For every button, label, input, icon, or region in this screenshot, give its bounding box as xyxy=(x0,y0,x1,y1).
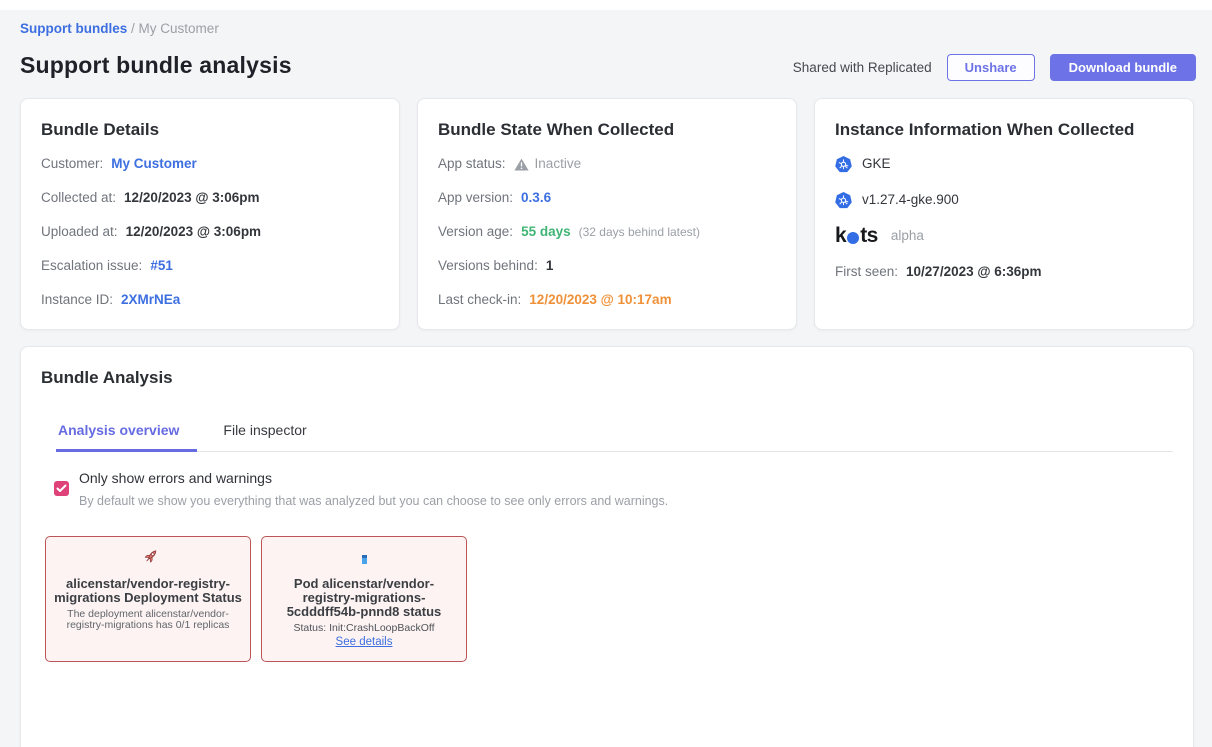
last-checkin-label: Last check-in: xyxy=(438,290,521,310)
shared-status-text: Shared with Replicated xyxy=(793,60,932,75)
distribution-value: GKE xyxy=(862,154,891,174)
filter-description: By default we show you everything that w… xyxy=(79,492,668,510)
first-seen-value: 10/27/2023 @ 6:36pm xyxy=(906,262,1042,282)
customer-link[interactable]: My Customer xyxy=(111,154,197,174)
versions-behind-value: 1 xyxy=(546,256,554,276)
instance-id-label: Instance ID: xyxy=(41,290,113,310)
kots-channel: alpha xyxy=(891,226,924,246)
last-checkin-row: Last check-in: 12/20/2023 @ 10:17am xyxy=(438,290,776,310)
bundle-details-card: Bundle Details Customer: My Customer Col… xyxy=(20,98,400,330)
customer-label: Customer: xyxy=(41,154,103,174)
kots-row: kts alpha xyxy=(835,226,1173,246)
download-bundle-button[interactable]: Download bundle xyxy=(1050,54,1196,81)
versions-behind-label: Versions behind: xyxy=(438,256,538,276)
app-version-link[interactable]: 0.3.6 xyxy=(521,188,551,208)
issue-title: alicenstar/vendor-registry-migrations De… xyxy=(54,577,242,605)
issue-status-text: Status: Init:CrashLoopBackOff xyxy=(293,622,434,634)
uploaded-at-label: Uploaded at: xyxy=(41,222,118,242)
escalation-issue-link[interactable]: #51 xyxy=(150,256,173,276)
kots-logo-o-dot xyxy=(847,232,859,244)
kubernetes-icon xyxy=(835,156,852,173)
collected-at-value: 12/20/2023 @ 3:06pm xyxy=(124,188,260,208)
kubernetes-icon xyxy=(835,192,852,209)
collected-at-label: Collected at: xyxy=(41,188,116,208)
first-seen-label: First seen: xyxy=(835,262,898,282)
rocket-icon xyxy=(131,542,164,575)
warning-icon xyxy=(514,158,529,171)
version-age-label: Version age: xyxy=(438,222,513,242)
summary-cards-row: Bundle Details Customer: My Customer Col… xyxy=(20,98,1194,330)
issue-description: The deployment alicenstar/vendor-registr… xyxy=(54,609,242,631)
escalation-issue-label: Escalation issue: xyxy=(41,256,142,276)
app-version-label: App version: xyxy=(438,188,513,208)
see-details-link[interactable]: See details xyxy=(336,636,393,648)
analysis-tabs: Analysis overview File inspector xyxy=(56,422,1173,452)
page-title: Support bundle analysis xyxy=(20,52,292,79)
instance-info-card: Instance Information When Collected GKE … xyxy=(814,98,1194,330)
uploaded-at-value: 12/20/2023 @ 3:06pm xyxy=(126,222,262,242)
breadcrumb: Support bundles / My Customer xyxy=(20,21,219,36)
instance-id-row: Instance ID: 2XMrNEa xyxy=(41,290,379,310)
issue-title: Pod alicenstar/vendor-registry-migration… xyxy=(270,577,458,619)
version-age-row: Version age: 55 days (32 days behind lat… xyxy=(438,222,776,242)
bundle-analysis-card: Bundle Analysis Analysis overview File i… xyxy=(20,346,1194,747)
bundle-state-card: Bundle State When Collected App status: … xyxy=(417,98,797,330)
issue-card-deployment-status[interactable]: alicenstar/vendor-registry-migrations De… xyxy=(45,536,251,662)
issue-card-pod-status[interactable]: Pod alicenstar/vendor-registry-migration… xyxy=(261,536,467,662)
app-status-row: App status: Inactive xyxy=(438,154,776,174)
instance-info-title: Instance Information When Collected xyxy=(835,119,1173,141)
last-checkin-value: 12/20/2023 @ 10:17am xyxy=(529,290,671,310)
customer-row: Customer: My Customer xyxy=(41,154,379,174)
uploaded-at-row: Uploaded at: 12/20/2023 @ 3:06pm xyxy=(41,222,379,242)
errors-warnings-filter: Only show errors and warnings By default… xyxy=(54,468,1173,510)
filter-label[interactable]: Only show errors and warnings xyxy=(79,468,668,488)
versions-behind-row: Versions behind: 1 xyxy=(438,256,776,276)
tab-analysis-overview[interactable]: Analysis overview xyxy=(56,422,197,452)
first-seen-row: First seen: 10/27/2023 @ 6:36pm xyxy=(835,262,1173,282)
version-age-value: 55 days xyxy=(521,222,571,242)
instance-id-link[interactable]: 2XMrNEa xyxy=(121,290,180,310)
bundle-details-title: Bundle Details xyxy=(41,119,379,141)
unshare-button[interactable]: Unshare xyxy=(947,54,1035,81)
app-version-row: App version: 0.3.6 xyxy=(438,188,776,208)
k8s-version-value: v1.27.4-gke.900 xyxy=(862,190,959,210)
app-status-label: App status: xyxy=(438,154,506,174)
bundle-analysis-title: Bundle Analysis xyxy=(41,367,1173,389)
distribution-row: GKE xyxy=(835,154,1173,174)
version-age-note: (32 days behind latest) xyxy=(579,222,700,242)
top-strip xyxy=(0,0,1212,10)
kots-logo: kts xyxy=(835,226,878,246)
header-actions: Shared with Replicated Unshare Download … xyxy=(793,54,1196,81)
breadcrumb-separator: / xyxy=(131,21,135,36)
tab-file-inspector[interactable]: File inspector xyxy=(221,422,324,451)
analysis-issues-row: alicenstar/vendor-registry-migrations De… xyxy=(45,536,1173,662)
only-errors-checkbox[interactable] xyxy=(54,481,69,496)
breadcrumb-current: My Customer xyxy=(139,21,219,36)
breadcrumb-link-support-bundles[interactable]: Support bundles xyxy=(20,21,127,36)
escalation-issue-row: Escalation issue: #51 xyxy=(41,256,379,276)
support-bundle-analysis-page: Support bundles / My Customer Support bu… xyxy=(0,0,1212,747)
app-status-value: Inactive xyxy=(535,154,582,174)
collected-at-row: Collected at: 12/20/2023 @ 3:06pm xyxy=(41,188,379,208)
pod-icon xyxy=(362,555,367,564)
k8s-version-row: v1.27.4-gke.900 xyxy=(835,190,1173,210)
bundle-state-title: Bundle State When Collected xyxy=(438,119,776,141)
